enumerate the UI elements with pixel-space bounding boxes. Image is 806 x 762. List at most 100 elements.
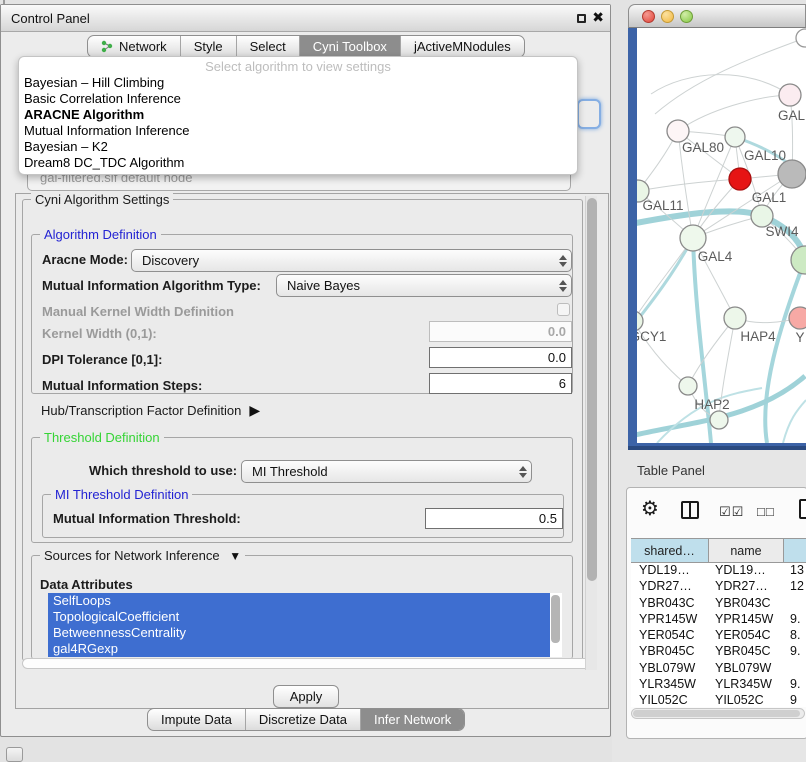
settings-vertical-scrollbar[interactable] [585, 196, 597, 670]
table-cell: YBL079W [631, 661, 709, 677]
table-cell: 9. [784, 677, 806, 693]
tab-network[interactable]: Network [88, 36, 181, 57]
which-threshold-value: MI Threshold [252, 464, 328, 479]
tab-infer-network[interactable]: Infer Network [361, 709, 464, 730]
network-node-gal4[interactable] [680, 225, 706, 251]
zoom-traffic-light[interactable] [680, 10, 693, 23]
sources-toggle[interactable]: Sources for Network Inference ▼ [40, 548, 245, 564]
network-node-gal10[interactable] [725, 127, 745, 147]
network-edge[interactable] [638, 179, 740, 191]
network-graph[interactable]: GALGAL80GAL10GAL1GAL11SWI4GAL4GCY1HAP4YH… [637, 28, 806, 443]
table-row[interactable]: YLR345WYLR345W9. [631, 677, 806, 693]
table-row[interactable]: YPR145WYPR145W9. [631, 612, 806, 628]
float-window-icon[interactable] [577, 14, 586, 23]
network-canvas[interactable]: GALGAL80GAL10GAL1GAL11SWI4GAL4GCY1HAP4YH… [637, 28, 806, 443]
tab-discretize-data[interactable]: Discretize Data [246, 709, 361, 730]
column-header-name[interactable]: name [709, 539, 784, 562]
data-attribute-item[interactable]: gal4RGexp [48, 641, 550, 657]
scrollbar-thumb[interactable] [633, 710, 800, 717]
network-edge[interactable] [688, 318, 735, 386]
table-row[interactable]: YBR045CYBR045C9. [631, 644, 806, 660]
manual-kernel-checkbox[interactable] [557, 303, 570, 316]
network-edge[interactable] [783, 400, 806, 443]
minimize-traffic-light[interactable] [661, 10, 674, 23]
tab-select[interactable]: Select [237, 36, 300, 57]
network-node-gray-node[interactable] [778, 160, 806, 188]
network-node-partial-top[interactable] [796, 29, 806, 47]
network-edge[interactable] [765, 260, 805, 443]
table-row[interactable]: YBR043CYBR043C [631, 596, 806, 612]
network-node-big-green[interactable] [791, 246, 806, 274]
kernel-width-field[interactable]: 0.0 [429, 321, 572, 342]
column-header-shared-name[interactable]: shared… [631, 539, 709, 562]
network-node-bottom-partial[interactable] [710, 411, 728, 429]
tab-jactivemnodules[interactable]: jActiveMNodules [401, 36, 524, 57]
data-attribute-item[interactable]: BetweennessCentrality [48, 625, 550, 641]
tab-impute-data[interactable]: Impute Data [148, 709, 246, 730]
network-edge[interactable] [637, 238, 693, 328]
settings-horizontal-scrollbar[interactable] [22, 658, 592, 669]
network-node-salmon[interactable] [789, 307, 806, 329]
table-row[interactable]: YDR27…YDR27…12 [631, 579, 806, 595]
group-title: MI Threshold Definition [51, 487, 192, 502]
dropdown-item[interactable]: Mutual Information Inference [19, 123, 577, 139]
dropdown-item[interactable]: Dream8 DC_TDC Algorithm [19, 155, 577, 171]
network-node-gal-cut[interactable] [779, 84, 801, 106]
dpi-tolerance-field[interactable]: 0.0 [429, 347, 572, 368]
data-attribute-item[interactable]: TopologicalCoefficient [48, 609, 550, 625]
table-row[interactable]: YBL079WYBL079W [631, 661, 806, 677]
table-cell: YBR045C [631, 644, 709, 660]
column-header-partial[interactable] [784, 539, 806, 562]
tab-cyni-toolbox[interactable]: Cyni Toolbox [300, 36, 401, 57]
cyni-settings-panel: Cyni Algorithm Settings Algorithm Defini… [15, 193, 609, 709]
infer-tabbar: Impute Data Discretize Data Infer Networ… [147, 708, 465, 731]
network-node-gal80[interactable] [667, 120, 689, 142]
table-cell: YLR345W [709, 677, 784, 693]
network-node-gal1[interactable] [729, 168, 751, 190]
collapse-down-icon: ▼ [229, 549, 241, 563]
close-icon[interactable]: ✖ [592, 9, 604, 26]
aracne-mode-value: Discovery [142, 253, 199, 268]
gear-icon[interactable]: ⚙ [641, 496, 659, 521]
dropdown-item[interactable]: Basic Correlation Inference [19, 91, 577, 107]
mi-algorithm-type-select[interactable]: Naive Bayes [276, 274, 572, 297]
dropdown-item[interactable]: Bayesian – Hill Climbing [19, 75, 577, 91]
table-toolbar: ⚙ ☑☑ □□ [627, 488, 806, 538]
network-edge[interactable] [678, 95, 790, 131]
hub-definition-toggle[interactable]: Hub/Transcription Factor Definition ▶ [41, 402, 260, 419]
table-row[interactable]: YIL052CYIL052C9 [631, 693, 806, 707]
unchecked-checkboxes-icon[interactable]: □□ [757, 504, 775, 519]
table-cell: YDL19… [631, 563, 709, 579]
scrollbar-thumb[interactable] [587, 198, 597, 581]
close-traffic-light[interactable] [642, 10, 655, 23]
dropdown-item-selected[interactable]: ARACNE Algorithm [19, 107, 577, 123]
network-edge[interactable] [637, 191, 638, 321]
network-node-hap2[interactable] [679, 377, 697, 395]
tab-label: Network [119, 36, 167, 57]
tab-label: Cyni Toolbox [313, 36, 387, 57]
table-horizontal-scrollbar[interactable] [631, 708, 805, 719]
focused-combo-fragment[interactable] [577, 99, 601, 129]
document-icon[interactable] [799, 499, 806, 519]
list-scrollbar-thumb[interactable] [551, 595, 560, 643]
network-node-hap4[interactable] [724, 307, 746, 329]
mi-steps-field[interactable]: 6 [429, 373, 572, 394]
apply-button[interactable]: Apply [273, 685, 339, 708]
checked-checkboxes-icon[interactable]: ☑☑ [719, 504, 744, 520]
split-columns-icon[interactable] [681, 501, 699, 519]
data-attribute-item[interactable]: SelfLoops [48, 593, 550, 609]
table-row[interactable]: YER054CYER054C8. [631, 628, 806, 644]
mi-threshold-field[interactable]: 0.5 [425, 508, 563, 529]
node-label-salmon: Y [795, 330, 804, 345]
network-edge[interactable] [651, 75, 790, 95]
group-title: Threshold Definition [40, 430, 164, 445]
tab-style[interactable]: Style [181, 36, 237, 57]
bottom-left-partial-button[interactable] [6, 747, 23, 762]
dropdown-item[interactable]: Bayesian – K2 [19, 139, 577, 155]
network-edge[interactable] [693, 238, 711, 443]
aracne-mode-select[interactable]: Discovery [131, 249, 572, 272]
table-row[interactable]: YDL19…YDL19…13 [631, 563, 806, 579]
table-cell: 9 [784, 693, 806, 707]
which-threshold-select[interactable]: MI Threshold [241, 460, 532, 483]
network-window-titlebar[interactable] [628, 4, 806, 28]
